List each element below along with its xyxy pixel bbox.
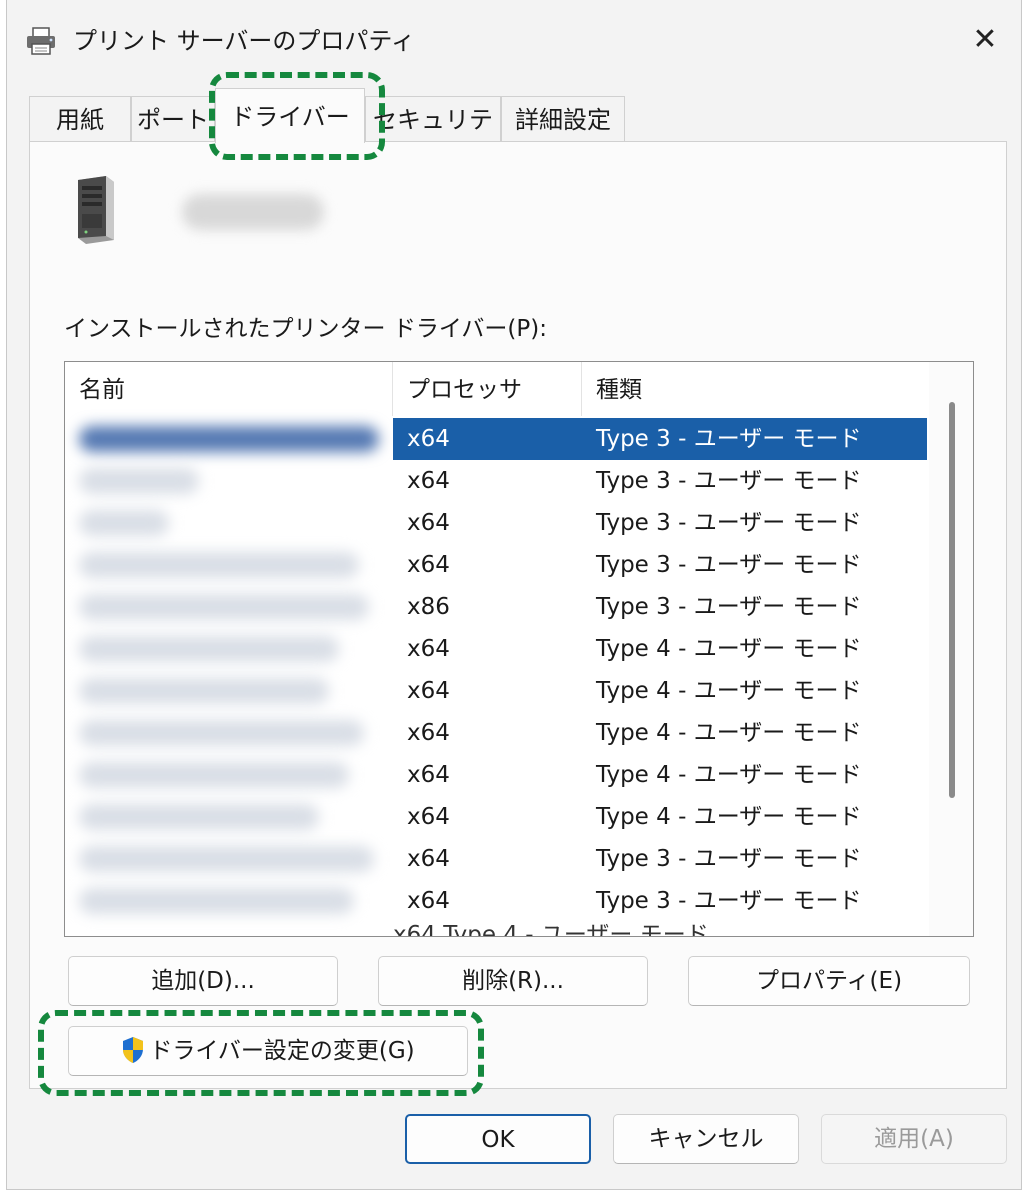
driver-name-redacted [79,594,369,620]
cell-type: Type 3 - ユーザー モード [596,888,862,914]
uac-shield-icon [123,1036,144,1063]
driver-name-redacted [79,678,329,704]
list-header: 名前 プロセッサ 種類 [65,362,927,416]
window-title: プリント サーバーのプロパティ [73,27,415,55]
tab-port[interactable]: ポート [131,96,215,142]
driver-list[interactable]: 名前 プロセッサ 種類 x64 Type 3 - ユーザー モード x64 Ty… [64,361,974,937]
table-row[interactable]: x64 Type 3 - ユーザー モード [65,880,927,922]
cell-type: Type 3 - ユーザー モード [596,468,862,494]
cell-type: Type 3 - ユーザー モード [596,594,862,620]
driver-name-redacted [79,762,349,788]
driver-name-redacted [79,846,374,872]
driver-name-redacted [79,552,359,578]
cell-processor: x64 [407,510,450,536]
remove-button[interactable]: 削除(R)... [378,956,648,1006]
cell-processor: x64 [407,636,450,662]
tab-driver[interactable]: ドライバー [215,88,365,143]
driver-name-redacted [79,720,364,746]
column-header-processor[interactable]: プロセッサ [393,362,582,416]
properties-button[interactable]: プロパティ(E) [688,956,970,1006]
table-row[interactable]: x64 Type 4 - ユーザー モード [65,712,927,754]
cell-processor: x86 [407,594,450,620]
cell-processor: x64 [393,418,582,460]
table-row[interactable]: x64 Type 3 - ユーザー モード [65,502,927,544]
tab-security[interactable]: セキュリティ [365,96,501,180]
close-button[interactable]: ✕ [963,20,1007,60]
cell-type: Type 4 - ユーザー モード [596,720,862,746]
cell-type: Type 3 - ユーザー モード [596,552,862,578]
cell-type: Type 4 - ユーザー モード [596,636,862,662]
title-bar: プリント サーバーのプロパティ ✕ [7,0,1021,82]
cell-type: Type 4 - ユーザー モード [596,762,862,788]
cancel-button[interactable]: キャンセル [613,1114,799,1164]
printer-icon [27,27,55,55]
table-row[interactable]: x64 Type 3 - ユーザー モード [65,418,927,460]
driver-name-redacted [79,804,319,830]
server-icon [78,176,114,244]
table-row[interactable]: x64 Type 3 - ユーザー モード [65,544,927,586]
column-header-name[interactable]: 名前 [65,362,393,416]
change-driver-settings-label: ドライバー設定の変更(G) [149,1038,415,1064]
table-row[interactable]: x64 Type 3 - ユーザー モード [65,838,927,880]
table-row[interactable]: x64 Type 3 - ユーザー モード [65,460,927,502]
cell-processor: x64 [407,762,450,788]
cell-type: Type 4 - ユーザー モード [596,678,862,704]
cell-processor: x64 [407,720,450,746]
cell-processor: x64 [407,888,450,914]
ok-button[interactable]: OK [405,1114,591,1164]
driver-name-redacted [79,468,199,494]
driver-tab-panel: インストールされたプリンター ドライバー(P): 名前 プロセッサ 種類 x64… [29,141,1007,1089]
apply-button[interactable]: 適用(A) [821,1114,1007,1164]
driver-name-redacted [79,510,169,536]
driver-name-redacted [79,888,354,914]
cell-processor: x64 [407,678,450,704]
cell-type: Type 3 - ユーザー モード [596,510,862,536]
tab-bar: 用紙 ポート ドライバー セキュリティ 詳細設定 [29,88,829,180]
server-name-redacted [182,194,324,230]
cell-type: Type 3 - ユーザー モード [596,846,862,872]
driver-name-redacted [79,426,379,452]
installed-drivers-label: インストールされたプリンター ドライバー(P): [64,316,547,342]
table-row[interactable]: x86 Type 3 - ユーザー モード [65,586,927,628]
list-scrollbar[interactable] [929,362,973,936]
cell-processor: x64 [407,804,450,830]
tab-paper[interactable]: 用紙 [29,96,131,142]
tab-advanced[interactable]: 詳細設定 [501,96,625,142]
table-row[interactable]: x64 Type 4 - ユーザー モード [65,754,927,796]
print-server-properties-dialog: プリント サーバーのプロパティ ✕ 用紙 ポート ドライバー セキュリティ 詳細… [6,0,1022,1190]
change-driver-settings-button[interactable]: ドライバー設定の変更(G) [68,1026,468,1076]
cell-type: Type 3 - ユーザー モード [582,418,927,460]
table-row[interactable]: x64 Type 4 - ユーザー モード [65,628,927,670]
table-row[interactable]: x64 Type 4 - ユーザー モード [65,796,927,838]
cell-processor: x64 [407,552,450,578]
cell-processor: x64 [407,468,450,494]
table-row[interactable]: x64 Type 4 - ユーザー モード [65,670,927,712]
driver-name-redacted [79,636,339,662]
cell-processor: x64 [407,846,450,872]
partial-row: x64 Type 4 - ユーザー モード [393,922,709,937]
scroll-thumb[interactable] [949,402,955,798]
column-header-type[interactable]: 種類 [582,362,927,416]
add-button[interactable]: 追加(D)... [68,956,338,1006]
cell-type: Type 4 - ユーザー モード [596,804,862,830]
